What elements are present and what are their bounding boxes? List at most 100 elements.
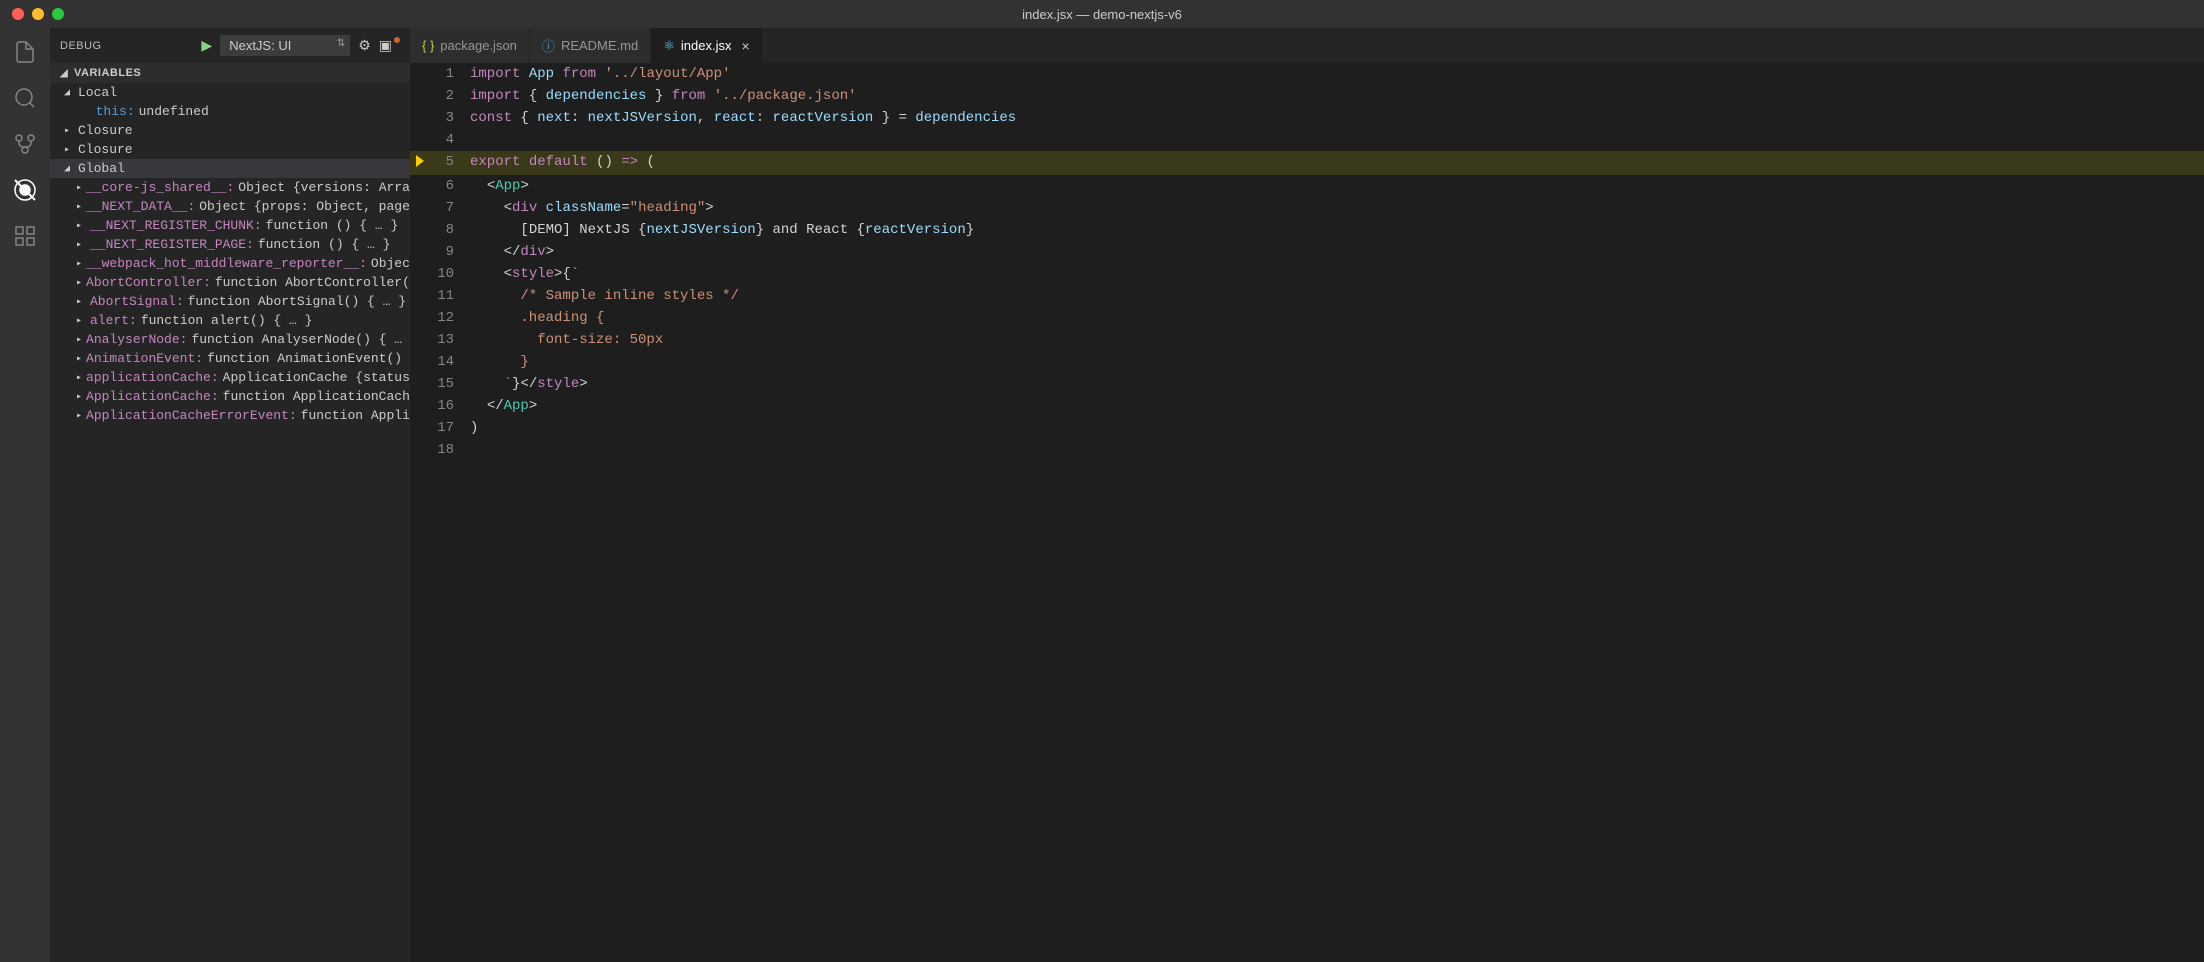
code-line[interactable]: 4 bbox=[410, 129, 2204, 151]
breakpoint-gutter[interactable] bbox=[410, 417, 430, 439]
breakpoint-gutter[interactable] bbox=[410, 307, 430, 329]
scope-row[interactable]: ◢Local bbox=[50, 83, 410, 102]
variable-row[interactable]: ▸AbortSignal: function AbortSignal() { …… bbox=[50, 292, 410, 311]
scope-row[interactable]: ▸Closure bbox=[50, 140, 410, 159]
breakpoint-gutter[interactable] bbox=[410, 63, 430, 85]
variable-key: AbortController: bbox=[86, 275, 211, 290]
code-line[interactable]: 12 .heading { bbox=[410, 307, 2204, 329]
chevron-down-icon: ◢ bbox=[60, 68, 70, 79]
tab-package-json[interactable]: { }package.json bbox=[410, 28, 530, 63]
variables-tree: ◢Local this: undefined▸Closure▸Closure◢G… bbox=[50, 83, 410, 962]
breakpoint-gutter[interactable] bbox=[410, 107, 430, 129]
tab-label: README.md bbox=[561, 38, 638, 53]
variable-row[interactable]: ▸applicationCache: ApplicationCache {sta… bbox=[50, 368, 410, 387]
line-number: 4 bbox=[430, 129, 470, 151]
code-line[interactable]: 13 font-size: 50px bbox=[410, 329, 2204, 351]
code-line[interactable]: 3const { next: nextJSVersion, react: rea… bbox=[410, 107, 2204, 129]
code-line[interactable]: 7 <div className="heading"> bbox=[410, 197, 2204, 219]
breakpoint-gutter[interactable] bbox=[410, 439, 430, 461]
close-icon[interactable]: × bbox=[741, 38, 749, 54]
breakpoint-gutter[interactable] bbox=[410, 197, 430, 219]
info-icon: ⓘ bbox=[542, 36, 555, 55]
code-content: font-size: 50px bbox=[470, 329, 2204, 351]
twisty-icon: ▸ bbox=[76, 372, 82, 384]
variable-value: function () { … } bbox=[258, 237, 391, 252]
twisty-icon: ▸ bbox=[64, 144, 74, 156]
line-number: 2 bbox=[430, 85, 470, 107]
minimize-window-button[interactable] bbox=[32, 8, 44, 20]
breakpoint-gutter[interactable] bbox=[410, 263, 430, 285]
code-line[interactable]: 14 } bbox=[410, 351, 2204, 373]
code-line[interactable]: 6 <App> bbox=[410, 175, 2204, 197]
line-number: 12 bbox=[430, 307, 470, 329]
code-line[interactable]: 9 </div> bbox=[410, 241, 2204, 263]
extensions-icon[interactable] bbox=[11, 222, 39, 250]
breakpoint-gutter[interactable] bbox=[410, 395, 430, 417]
line-number: 6 bbox=[430, 175, 470, 197]
start-debug-button[interactable]: ▶ bbox=[201, 37, 212, 54]
tab-README-md[interactable]: ⓘ README.md bbox=[530, 28, 651, 63]
variable-row[interactable]: ▸ApplicationCacheErrorEvent: function Ap… bbox=[50, 406, 410, 425]
gear-icon[interactable]: ⚙ bbox=[358, 37, 371, 54]
breakpoint-gutter[interactable] bbox=[410, 351, 430, 373]
variable-row[interactable]: ▸__NEXT_REGISTER_PAGE: function () { … } bbox=[50, 235, 410, 254]
twisty-icon: ▸ bbox=[76, 296, 86, 308]
variable-row[interactable]: ▸__NEXT_DATA__: Object {props: Object, p… bbox=[50, 197, 410, 216]
breakpoint-gutter[interactable] bbox=[410, 175, 430, 197]
variable-row[interactable]: ▸__core-js_shared__: Object {versions: A… bbox=[50, 178, 410, 197]
breakpoint-gutter[interactable] bbox=[410, 285, 430, 307]
variable-key: AnimationEvent: bbox=[86, 351, 203, 366]
search-icon[interactable] bbox=[11, 84, 39, 112]
twisty-icon: ▸ bbox=[76, 277, 82, 289]
scope-row[interactable]: ◢Global bbox=[50, 159, 410, 178]
breakpoint-gutter[interactable] bbox=[410, 373, 430, 395]
code-line[interactable]: 10 <style>{` bbox=[410, 263, 2204, 285]
close-window-button[interactable] bbox=[12, 8, 24, 20]
line-number: 14 bbox=[430, 351, 470, 373]
code-content: </div> bbox=[470, 241, 2204, 263]
code-line[interactable]: 17) bbox=[410, 417, 2204, 439]
tab-index-jsx[interactable]: ⚛index.jsx× bbox=[651, 28, 762, 63]
variable-value: function () { … } bbox=[266, 218, 399, 233]
scope-label: Global bbox=[78, 161, 125, 176]
code-line[interactable]: 15 `}</style> bbox=[410, 373, 2204, 395]
variable-row[interactable]: ▸AnimationEvent: function AnimationEvent… bbox=[50, 349, 410, 368]
variable-row[interactable]: ▸ApplicationCache: function ApplicationC… bbox=[50, 387, 410, 406]
code-line[interactable]: 11 /* Sample inline styles */ bbox=[410, 285, 2204, 307]
breakpoint-gutter[interactable] bbox=[410, 241, 430, 263]
breakpoint-gutter[interactable] bbox=[410, 329, 430, 351]
code-line[interactable]: 18 bbox=[410, 439, 2204, 461]
variables-section-header[interactable]: ◢ VARIABLES bbox=[50, 63, 410, 83]
variable-row[interactable]: this: undefined bbox=[50, 102, 410, 121]
code-content: <App> bbox=[470, 175, 2204, 197]
line-number: 3 bbox=[430, 107, 470, 129]
editor-tabs: { }package.json ⓘ README.md ⚛index.jsx× bbox=[410, 28, 2204, 63]
line-number: 7 bbox=[430, 197, 470, 219]
window-controls bbox=[0, 8, 64, 20]
breakpoint-gutter[interactable] bbox=[410, 129, 430, 151]
debug-config-select[interactable]: NextJS: UI bbox=[220, 35, 350, 56]
variable-row[interactable]: ▸__NEXT_REGISTER_CHUNK: function () { … … bbox=[50, 216, 410, 235]
breakpoint-gutter[interactable] bbox=[410, 85, 430, 107]
debug-icon[interactable] bbox=[11, 176, 39, 204]
code-line[interactable]: 2import { dependencies } from '../packag… bbox=[410, 85, 2204, 107]
editor-area: { }package.json ⓘ README.md ⚛index.jsx× 1im… bbox=[410, 28, 2204, 962]
code-line[interactable]: 8 [DEMO] NextJS {nextJSVersion} and Reac… bbox=[410, 219, 2204, 241]
variable-row[interactable]: ▸AnalyserNode: function AnalyserNode() {… bbox=[50, 330, 410, 349]
variable-row[interactable]: ▸__webpack_hot_middleware_reporter__: Ob… bbox=[50, 254, 410, 273]
source-control-icon[interactable] bbox=[11, 130, 39, 158]
code-line[interactable]: 5export default () => ( bbox=[410, 151, 2204, 175]
scope-row[interactable]: ▸Closure bbox=[50, 121, 410, 140]
variable-row[interactable]: ▸AbortController: function AbortControll… bbox=[50, 273, 410, 292]
window-title: index.jsx — demo-nextjs-v6 bbox=[1022, 7, 1182, 22]
code-line[interactable]: 1import App from '../layout/App' bbox=[410, 63, 2204, 85]
debug-console-icon[interactable]: ▣ bbox=[379, 37, 400, 54]
breakpoint-gutter[interactable] bbox=[410, 151, 430, 175]
breakpoint-gutter[interactable] bbox=[410, 219, 430, 241]
zoom-window-button[interactable] bbox=[52, 8, 64, 20]
variable-row[interactable]: ▸alert: function alert() { … } bbox=[50, 311, 410, 330]
code-line[interactable]: 16 </App> bbox=[410, 395, 2204, 417]
code-content: const { next: nextJSVersion, react: reac… bbox=[470, 107, 2204, 129]
editor-body[interactable]: 1import App from '../layout/App'2import … bbox=[410, 63, 2204, 962]
explorer-icon[interactable] bbox=[11, 38, 39, 66]
